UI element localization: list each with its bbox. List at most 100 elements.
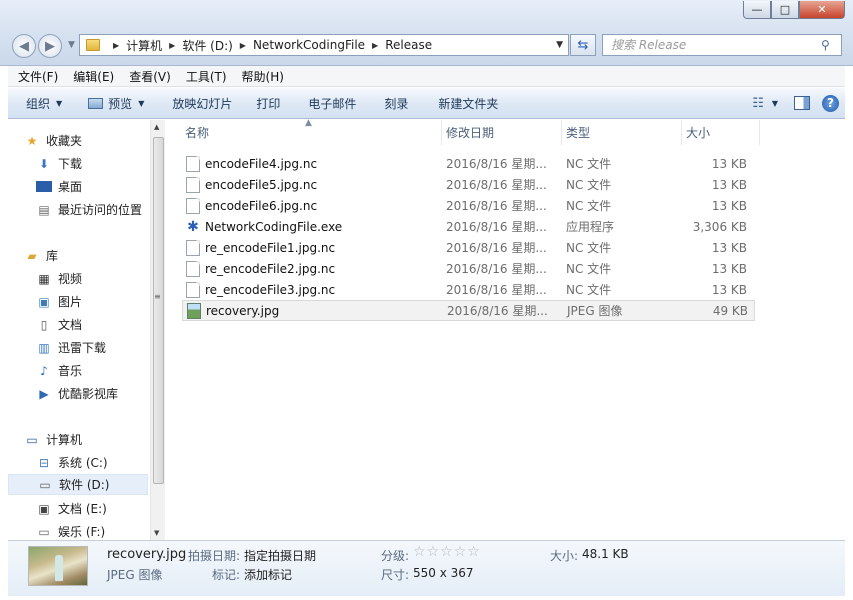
menu-file[interactable]: 文件(F) [8,68,63,85]
breadcrumb-computer[interactable]: 计算机 [126,37,162,54]
navigation-scrollbar[interactable]: ▲ ≡ ▼ [150,120,165,540]
menu-edit[interactable]: 编辑(E) [63,68,119,85]
file-row[interactable]: encodeFile4.jpg.nc 2016/8/16 星期... NC 文件… [182,153,755,174]
scrollbar-thumb[interactable] [153,137,164,484]
menu-help[interactable]: 帮助(H) [232,68,289,85]
nav-label: 库 [46,249,59,263]
view-dropdown[interactable]: ▼ [768,99,782,108]
chevron-right-icon[interactable]: ▶ [240,41,246,50]
breadcrumb-drive-d[interactable]: 软件 (D:) [182,37,232,54]
burn-button[interactable]: 刻录 [366,95,418,112]
column-header-date[interactable]: 修改日期 [442,120,562,145]
refresh-button[interactable]: ⇆ [570,34,596,56]
file-row[interactable]: encodeFile5.jpg.nc 2016/8/16 星期... NC 文件… [182,174,755,195]
star-icon[interactable]: ☆ [427,544,441,560]
search-icon[interactable]: ⚲ [821,38,841,52]
nav-youku-library[interactable]: ▶ 优酷影视库 [36,383,150,404]
chevron-right-icon[interactable]: ▶ [169,41,175,50]
new-folder-button[interactable]: 新建文件夹 [418,95,508,112]
nav-pictures[interactable]: ▣ 图片 [36,291,150,312]
nav-downloads[interactable]: ⬇ 下载 [36,153,150,174]
folder-icon [86,39,100,51]
scroll-down-icon[interactable]: ▼ [154,529,159,537]
file-type: NC 文件 [566,157,612,171]
breadcrumb-release[interactable]: Release [385,38,432,52]
recent-pages-dropdown[interactable]: ▼ [68,40,75,50]
pictures-icon: ▣ [38,294,50,309]
column-header-name[interactable]: 名称 [182,120,442,145]
slideshow-button[interactable]: 放映幻灯片 [154,95,242,112]
file-icon [186,260,200,277]
minimize-button[interactable]: — [743,1,771,19]
star-icon[interactable]: ☆ [454,544,468,560]
file-name-cell: encodeFile5.jpg.nc [182,176,442,193]
column-label: 修改日期 [446,126,495,140]
address-dropdown-icon[interactable]: ▼ [556,40,563,50]
preview-pane-icon[interactable] [794,96,810,110]
nav-desktop[interactable]: 桌面 [36,176,150,197]
size-label: 大小: [550,549,579,563]
file-row[interactable]: re_encodeFile1.jpg.nc 2016/8/16 星期... NC… [182,237,755,258]
nav-recent-places[interactable]: ▤ 最近访问的位置 [36,199,150,220]
thumbnail-figure [55,555,63,581]
column-label: 类型 [566,126,591,140]
nav-documents[interactable]: ▯ 文档 [36,314,150,335]
star-icon[interactable]: ☆ [440,544,454,560]
star-icon[interactable]: ☆ [467,544,481,560]
column-header-size[interactable]: 大小 [682,120,760,145]
rating-stars[interactable]: ☆☆☆☆☆ [413,544,481,560]
close-button[interactable]: ✕ [799,1,845,19]
menu-view[interactable]: 查看(V) [119,68,176,85]
column-header-type[interactable]: 类型 [562,120,682,145]
print-button[interactable]: 打印 [242,95,290,112]
file-row[interactable]: re_encodeFile2.jpg.nc 2016/8/16 星期... NC… [182,258,755,279]
nav-libraries[interactable]: ▰ 库 [24,245,150,266]
nav-label: 迅雷下载 [58,341,107,355]
date-taken-value[interactable]: 指定拍摄日期 [244,547,316,564]
chevron-right-icon[interactable]: ▶ [113,41,119,50]
nav-favorites[interactable]: ★ 收藏夹 [24,130,150,151]
forward-button[interactable]: ▶ [38,34,62,58]
file-row[interactable]: ✱ NetworkCodingFile.exe 2016/8/16 星期... 应… [182,216,755,237]
file-list: ▲ 名称 修改日期 类型 大小 encodeFile4.jpg.nc 2016/… [166,118,845,540]
search-input[interactable] [611,36,821,54]
star-icon[interactable]: ☆ [413,544,427,560]
nav-drive-d[interactable]: ▭ 软件 (D:) [8,474,148,495]
address-bar[interactable]: ▶ 计算机 ▶ 软件 (D:) ▶ NetworkCodingFile ▶ Re… [79,34,569,56]
scroll-up-icon[interactable]: ▲ [154,123,159,131]
file-icon [186,155,200,172]
nav-drive-e[interactable]: ▣ 文档 (E:) [36,498,150,519]
email-button[interactable]: 电子邮件 [290,95,366,112]
nav-label: 娱乐 (F:) [58,525,106,539]
nav-videos[interactable]: ▦ 视频 [36,268,150,289]
image-file-icon [187,302,201,319]
help-icon[interactable]: ? [822,94,839,112]
organize-button[interactable]: 组织 ▼ [8,95,72,112]
maximize-button[interactable]: □ [771,1,799,19]
nav-computer[interactable]: ▭ 计算机 [24,429,150,450]
nav-label: 收藏夹 [46,134,83,148]
navigation-pane: ★ 收藏夹 ⬇ 下载 桌面 ▤ 最近访问的位置 ▰ 库 ▦ 视频 ▣ 图片 ▯ 文档 ▥ 迅雷下… [8,120,150,540]
file-row[interactable]: encodeFile6.jpg.nc 2016/8/16 星期... NC 文件… [182,195,755,216]
view-options-icon[interactable]: ☷ [752,96,764,111]
file-type: NC 文件 [566,283,612,297]
preview-icon [88,97,104,109]
details-filetype: JPEG 图像 [107,568,163,582]
file-name: encodeFile4.jpg.nc [205,156,318,171]
file-row[interactable]: re_encodeFile3.jpg.nc 2016/8/16 星期... NC… [182,279,755,300]
nav-music[interactable]: ♪ 音乐 [36,360,150,381]
title-bar: — □ ✕ ◀ ▶ ▼ ▶ 计算机 ▶ 软件 (D:) ▶ NetworkCod… [0,0,853,66]
file-size: 13 KB [711,240,747,255]
chevron-right-icon[interactable]: ▶ [372,41,378,50]
nav-drive-f[interactable]: ▭ 娱乐 (F:) [36,521,150,540]
nav-xunlei-downloads[interactable]: ▥ 迅雷下载 [36,337,150,358]
file-row-selected[interactable]: recovery.jpg 2016/8/16 星期... JPEG 图像 49 … [182,300,755,321]
file-size: 3,306 KB [692,219,747,234]
preview-button[interactable]: 预览 ▼ [72,95,154,112]
nav-drive-c[interactable]: ⊟ 系统 (C:) [36,452,150,473]
breadcrumb-networkcodingfile[interactable]: NetworkCodingFile [253,38,365,52]
file-date: 2016/8/16 星期... [446,157,547,171]
tags-value[interactable]: 添加标记 [244,566,292,583]
menu-tools[interactable]: 工具(T) [176,68,232,85]
back-button[interactable]: ◀ [12,34,36,58]
